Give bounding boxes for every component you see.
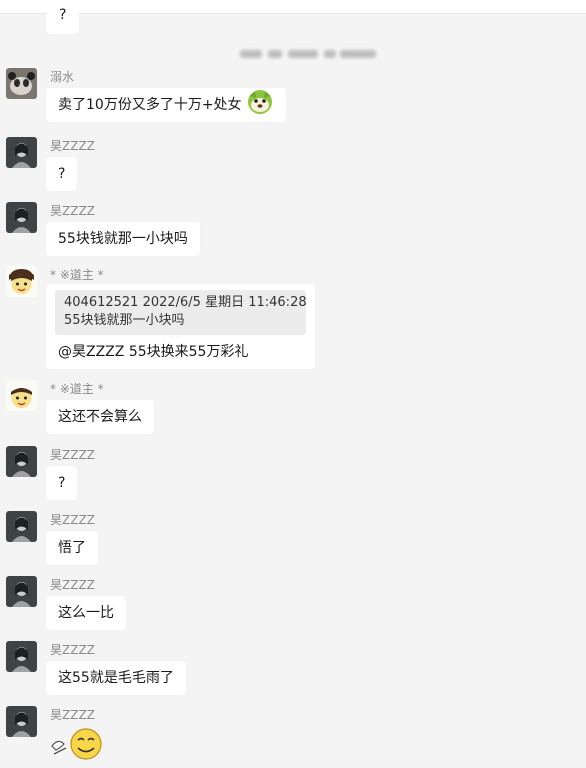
avatar[interactable] [6, 446, 37, 477]
message-bubble[interactable]: ? [46, 157, 78, 191]
message-bubble[interactable]: 这还不会算么 [46, 400, 154, 434]
sender-name: * ※道主 * [50, 382, 104, 396]
sender-name: 昊ZZZZ [50, 643, 95, 657]
green-dog-emoji-icon [246, 88, 274, 116]
message-bubble[interactable]: 这55就是毛毛雨了 [46, 661, 186, 695]
avatar[interactable] [6, 511, 37, 542]
smiley-emoji-sticker-icon[interactable] [48, 724, 108, 764]
sender-name: 昊ZZZZ [50, 448, 95, 462]
message-bubble[interactable]: ? [46, 466, 78, 500]
avatar[interactable] [6, 380, 37, 411]
sender-name: 昊ZZZZ [50, 708, 95, 722]
message-bubble[interactable]: 悟了 [46, 531, 98, 565]
avatar[interactable] [6, 576, 37, 607]
sender-name: 昊ZZZZ [50, 578, 95, 592]
sender-name: 溺水 [50, 70, 75, 84]
quoted-text: 55块钱就那一小块吗 [64, 313, 185, 328]
sender-name: * ※道主 * [50, 268, 104, 282]
avatar[interactable] [6, 266, 37, 297]
quoted-message[interactable]: 404612521 2022/6/5 星期日 11:46:28 55块钱就那一小… [55, 290, 307, 335]
sender-name: 昊ZZZZ [50, 204, 95, 218]
sender-name: 昊ZZZZ [50, 139, 95, 153]
avatar[interactable] [6, 68, 37, 99]
system-notice-blurred [240, 44, 380, 64]
avatar[interactable] [6, 641, 37, 672]
quoted-header: 404612521 2022/6/5 星期日 11:46:28 [64, 295, 307, 310]
message-text: 卖了10万份又多了十万+处女 [58, 97, 242, 113]
message-bubble[interactable]: ? [46, 0, 80, 34]
avatar[interactable] [6, 137, 37, 168]
message-bubble[interactable]: 404612521 2022/6/5 星期日 11:46:28 55块钱就那一小… [46, 284, 315, 369]
sender-name: 昊ZZZZ [50, 513, 95, 527]
top-divider [0, 0, 586, 14]
message-bubble[interactable]: 55块钱就那一小块吗 [46, 222, 200, 256]
message-bubble[interactable]: 卖了10万份又多了十万+处女 [46, 88, 286, 122]
message-bubble[interactable]: 这么一比 [46, 596, 126, 630]
avatar[interactable] [6, 202, 37, 233]
avatar[interactable] [6, 706, 37, 737]
message-text: @昊ZZZZ 55块换来55万彩礼 [58, 344, 249, 360]
